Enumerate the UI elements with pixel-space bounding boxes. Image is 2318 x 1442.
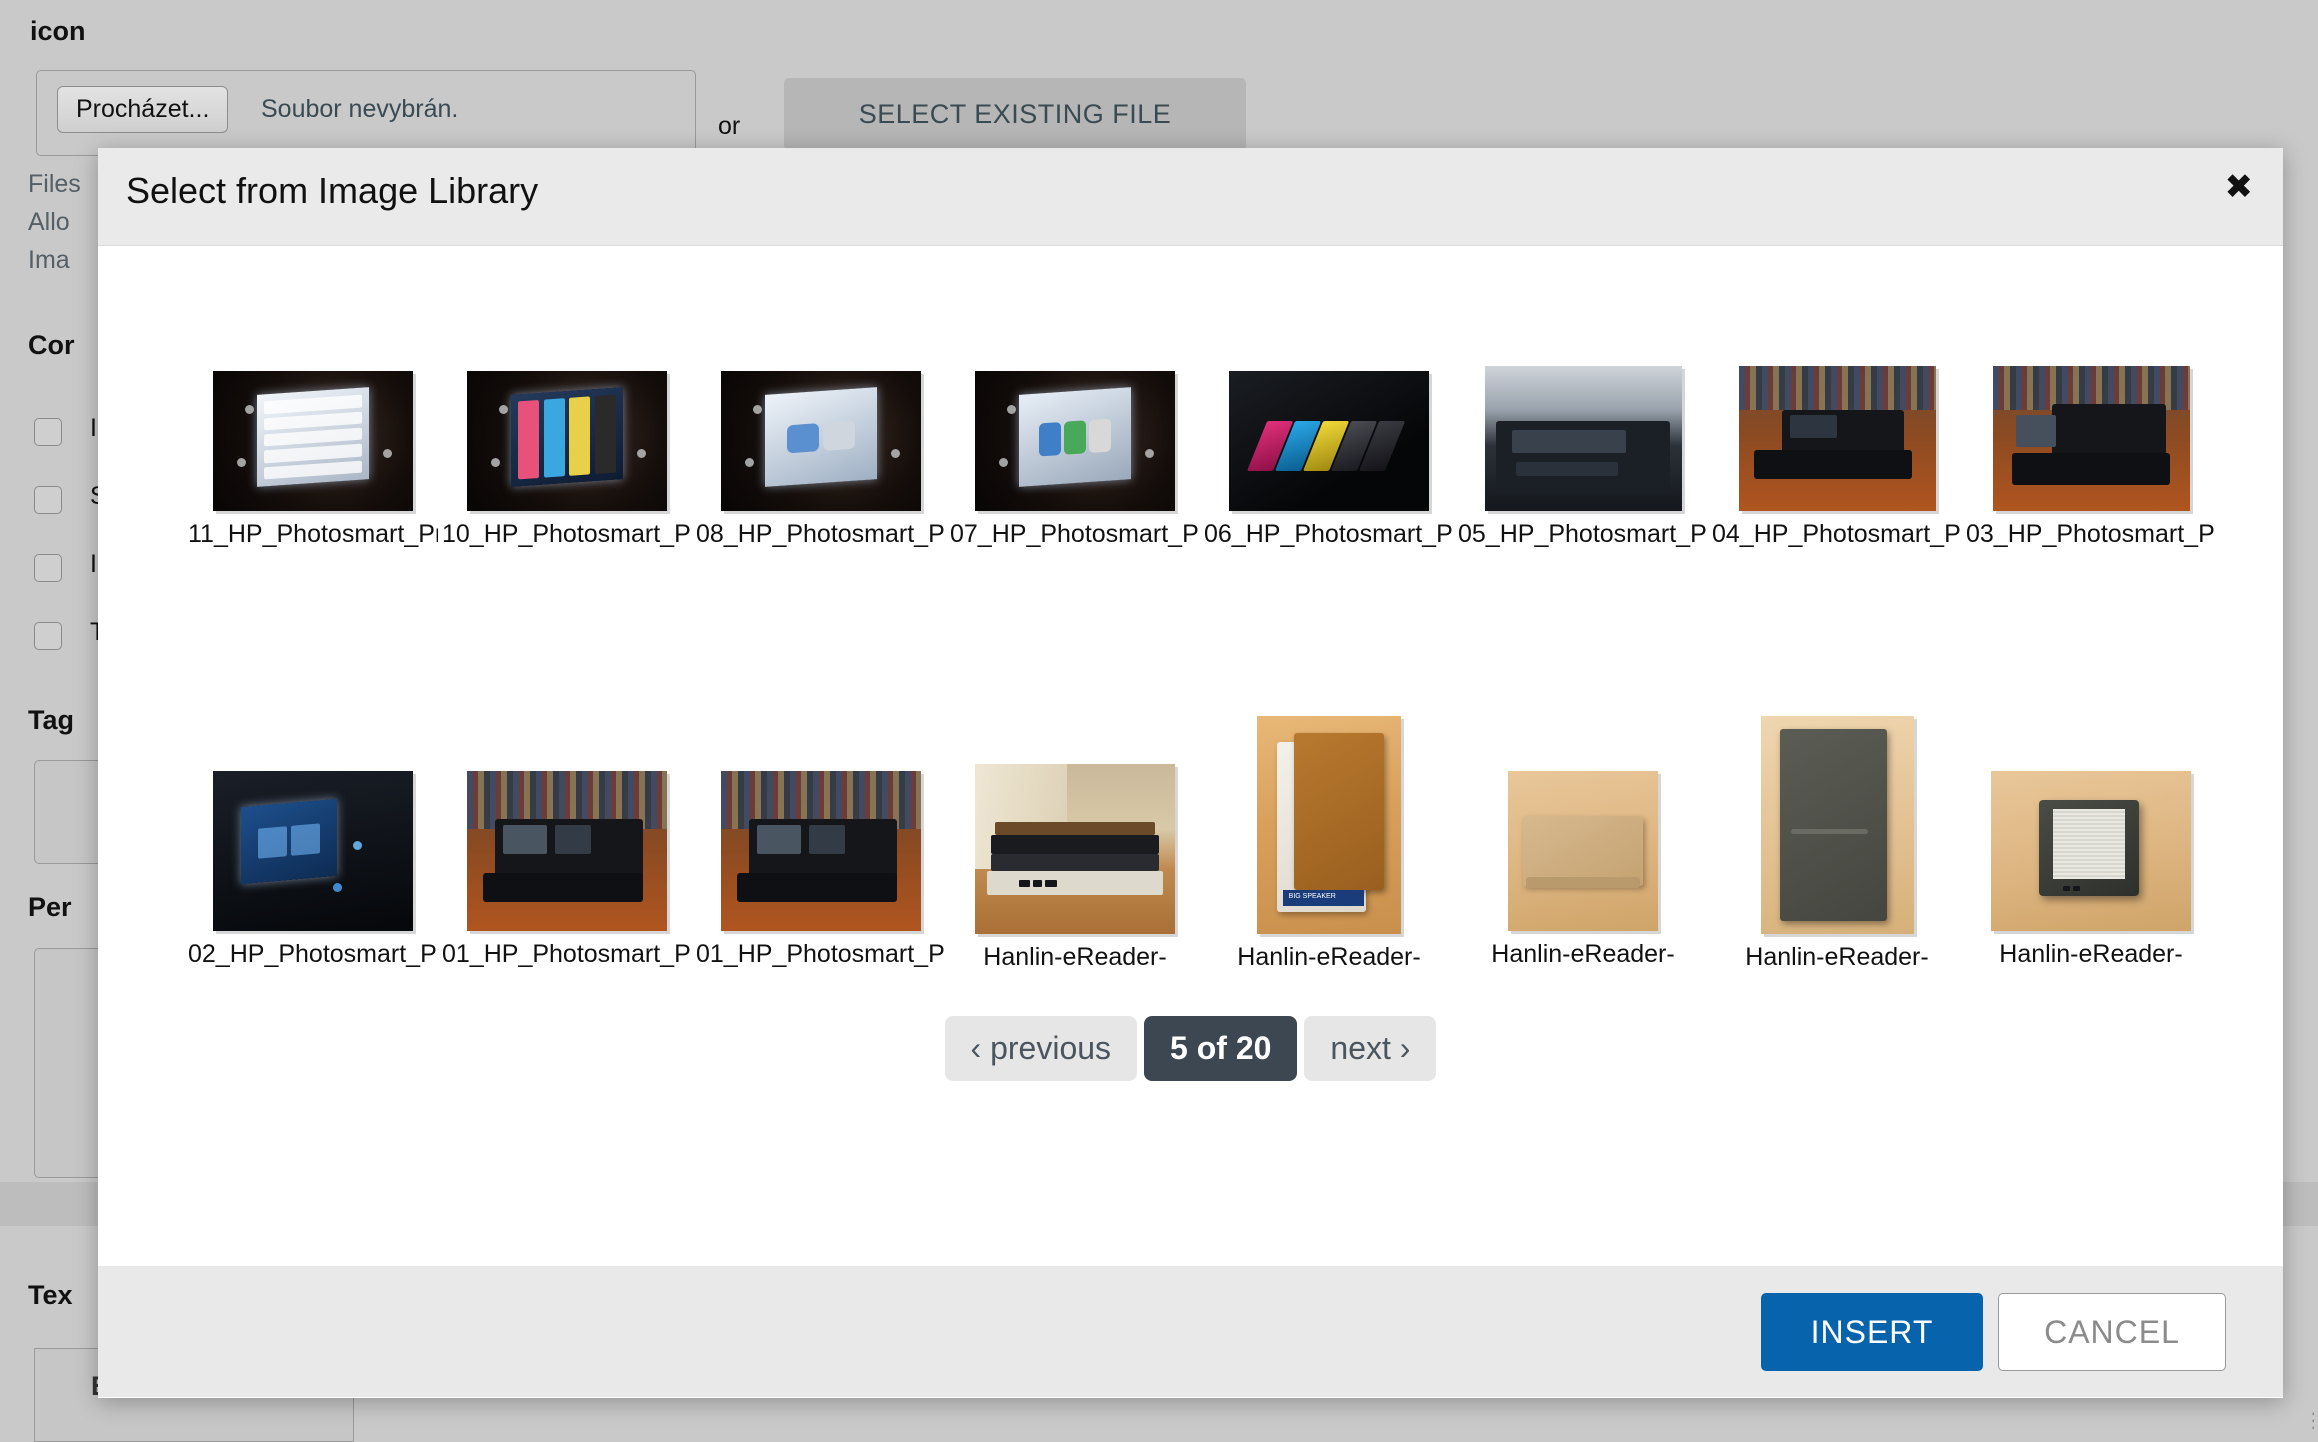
thumbnail-wrap bbox=[1966, 366, 2216, 511]
checkbox-label-1: I bbox=[90, 414, 97, 442]
thumbnail-image bbox=[975, 371, 1175, 511]
thumbnail-image bbox=[467, 771, 667, 931]
thumbnail-wrap bbox=[1458, 771, 1708, 931]
modal-header: Select from Image Library ✖ bbox=[98, 148, 2283, 246]
list-item[interactable]: 08_HP_Photosmart_Prer bbox=[696, 371, 946, 549]
list-item-caption: 11_HP_Photosmart_Prer bbox=[188, 521, 438, 548]
cancel-button[interactable]: CANCEL bbox=[1998, 1293, 2226, 1371]
modal-body: 11_HP_Photosmart_Prer 10_HP_Photosmart_P… bbox=[98, 246, 2283, 1266]
thumbnail-image bbox=[1991, 771, 2191, 931]
thumbnail-wrap bbox=[950, 371, 1200, 511]
thumbnail-image bbox=[1508, 771, 1658, 931]
list-item-caption: Hanlin-eReader- bbox=[1745, 944, 1929, 971]
list-item[interactable]: 01_HP_Photosmart_Prer bbox=[696, 771, 946, 969]
thumbnail-image: BIG SPEAKER bbox=[1257, 716, 1401, 934]
section-heading-permissions: Per bbox=[28, 892, 72, 922]
thumbnail-image bbox=[1738, 366, 1936, 511]
list-item[interactable]: Hanlin-eReader- bbox=[1712, 716, 1962, 972]
list-item-caption: 10_HP_Photosmart_Prer bbox=[442, 521, 692, 548]
list-item-caption: Hanlin-eReader- bbox=[1237, 944, 1421, 971]
list-item[interactable]: 03_HP_Photosmart_Prer bbox=[1966, 366, 2216, 549]
thumbnail-image bbox=[1229, 371, 1429, 511]
thumbnail-wrap: BIG SPEAKER bbox=[1204, 716, 1454, 934]
list-item-caption: Hanlin-eReader- bbox=[1491, 941, 1675, 968]
list-item-caption: 07_HP_Photosmart_Prer bbox=[950, 521, 1200, 548]
thumbnail-image bbox=[213, 371, 413, 511]
thumbnail-wrap bbox=[1712, 716, 1962, 934]
thumbnail-image bbox=[975, 764, 1175, 934]
or-separator-text: or bbox=[718, 112, 741, 140]
thumbnail-image bbox=[467, 371, 667, 511]
thumbnail-wrap bbox=[950, 764, 1200, 934]
insert-button[interactable]: INSERT bbox=[1761, 1293, 1983, 1371]
section-heading-configuration: Cor bbox=[28, 330, 75, 360]
checkbox-option-1[interactable] bbox=[34, 418, 62, 446]
help-line-images: Ima bbox=[28, 246, 70, 274]
help-line-allowed: Allo bbox=[28, 208, 70, 236]
list-item-caption: 04_HP_Photosmart_Prer bbox=[1712, 521, 1962, 548]
thumbnail-wrap bbox=[442, 371, 692, 511]
modal-title: Select from Image Library bbox=[126, 170, 539, 211]
list-item-caption: 02_HP_Photosmart_Prer bbox=[188, 941, 438, 968]
thumbnail-wrap bbox=[1458, 366, 1708, 511]
list-item[interactable]: 02_HP_Photosmart_Prer bbox=[188, 771, 438, 969]
thumbnail-image bbox=[1760, 716, 1914, 934]
help-line-files: Files bbox=[28, 170, 81, 198]
image-grid: 11_HP_Photosmart_Prer 10_HP_Photosmart_P… bbox=[188, 286, 2283, 996]
image-grid-row: 02_HP_Photosmart_Prer 01 bbox=[188, 716, 2283, 996]
list-item-caption: 08_HP_Photosmart_Prer bbox=[696, 521, 946, 548]
checkbox-option-4[interactable] bbox=[34, 622, 62, 650]
list-item[interactable]: 10_HP_Photosmart_Prer bbox=[442, 371, 692, 549]
list-item-caption: 01_HP_Photosmart_Prer bbox=[442, 941, 692, 968]
list-item-caption: 05_HP_Photosmart_Prer bbox=[1458, 521, 1708, 548]
thumbnail-wrap bbox=[442, 771, 692, 931]
list-item[interactable]: 01_HP_Photosmart_Prer bbox=[442, 771, 692, 969]
checkbox-label-3: I bbox=[90, 550, 97, 578]
list-item[interactable]: 05_HP_Photosmart_Prer bbox=[1458, 366, 1708, 549]
list-item[interactable]: BIG SPEAKER Hanlin-eReader- bbox=[1204, 716, 1454, 972]
list-item[interactable]: Hanlin-eReader- bbox=[1458, 771, 1708, 969]
thumbnail-image bbox=[721, 371, 921, 511]
list-item-caption: 06_HP_Photosmart_Prer bbox=[1204, 521, 1454, 548]
file-upload-field[interactable]: Procházet... Soubor nevybrán. bbox=[36, 70, 696, 156]
image-library-modal: Select from Image Library ✖ 11_HP_Photos… bbox=[98, 148, 2283, 1398]
field-label-icon: icon bbox=[30, 16, 86, 46]
list-item[interactable]: 06_HP_Photosmart_Prer bbox=[1204, 371, 1454, 549]
previous-page-button[interactable]: ‹ previous bbox=[944, 1016, 1138, 1081]
section-heading-text: Tex bbox=[28, 1280, 73, 1310]
pagination: ‹ previous 5 of 20 next › bbox=[98, 1016, 2283, 1081]
textarea-resize-handle[interactable] bbox=[2284, 1412, 2314, 1442]
list-item[interactable]: 04_HP_Photosmart_Prer bbox=[1712, 366, 1962, 549]
list-item-caption: 03_HP_Photosmart_Prer bbox=[1966, 521, 2216, 548]
next-page-button[interactable]: next › bbox=[1304, 1016, 1437, 1081]
thumbnail-wrap bbox=[1966, 771, 2216, 931]
thumbnail-wrap bbox=[696, 771, 946, 931]
thumbnail-wrap bbox=[696, 371, 946, 511]
modal-footer: INSERT CANCEL bbox=[98, 1266, 2283, 1397]
thumbnail-image bbox=[1992, 366, 2190, 511]
thumbnail-image bbox=[213, 771, 413, 931]
list-item-caption: Hanlin-eReader- bbox=[983, 944, 1167, 971]
list-item[interactable]: 07_HP_Photosmart_Prer bbox=[950, 371, 1200, 549]
section-heading-tags: Tag bbox=[28, 705, 74, 735]
list-item[interactable]: Hanlin-eReader- bbox=[1966, 771, 2216, 969]
list-item[interactable]: Hanlin-eReader- bbox=[950, 764, 1200, 972]
thumbnail-wrap bbox=[188, 771, 438, 931]
list-item[interactable]: 11_HP_Photosmart_Prer bbox=[188, 371, 438, 549]
checkbox-option-2[interactable] bbox=[34, 486, 62, 514]
close-icon[interactable]: ✖ bbox=[2225, 170, 2254, 204]
thumbnail-wrap bbox=[188, 371, 438, 511]
select-existing-file-button[interactable]: SELECT EXISTING FILE bbox=[784, 78, 1246, 150]
browse-button[interactable]: Procházet... bbox=[57, 86, 229, 133]
thumbnail-wrap bbox=[1712, 366, 1962, 511]
image-grid-row: 11_HP_Photosmart_Prer 10_HP_Photosmart_P… bbox=[188, 286, 2283, 548]
thumbnail-wrap bbox=[1204, 371, 1454, 511]
list-item-caption: 01_HP_Photosmart_Prer bbox=[696, 941, 946, 968]
list-item-caption: Hanlin-eReader- bbox=[1999, 941, 2183, 968]
current-page-indicator[interactable]: 5 of 20 bbox=[1144, 1016, 1298, 1081]
thumbnail-image bbox=[721, 771, 921, 931]
thumbnail-image bbox=[1484, 366, 1682, 511]
checkbox-option-3[interactable] bbox=[34, 554, 62, 582]
no-file-selected-text: Soubor nevybrán. bbox=[261, 95, 459, 123]
